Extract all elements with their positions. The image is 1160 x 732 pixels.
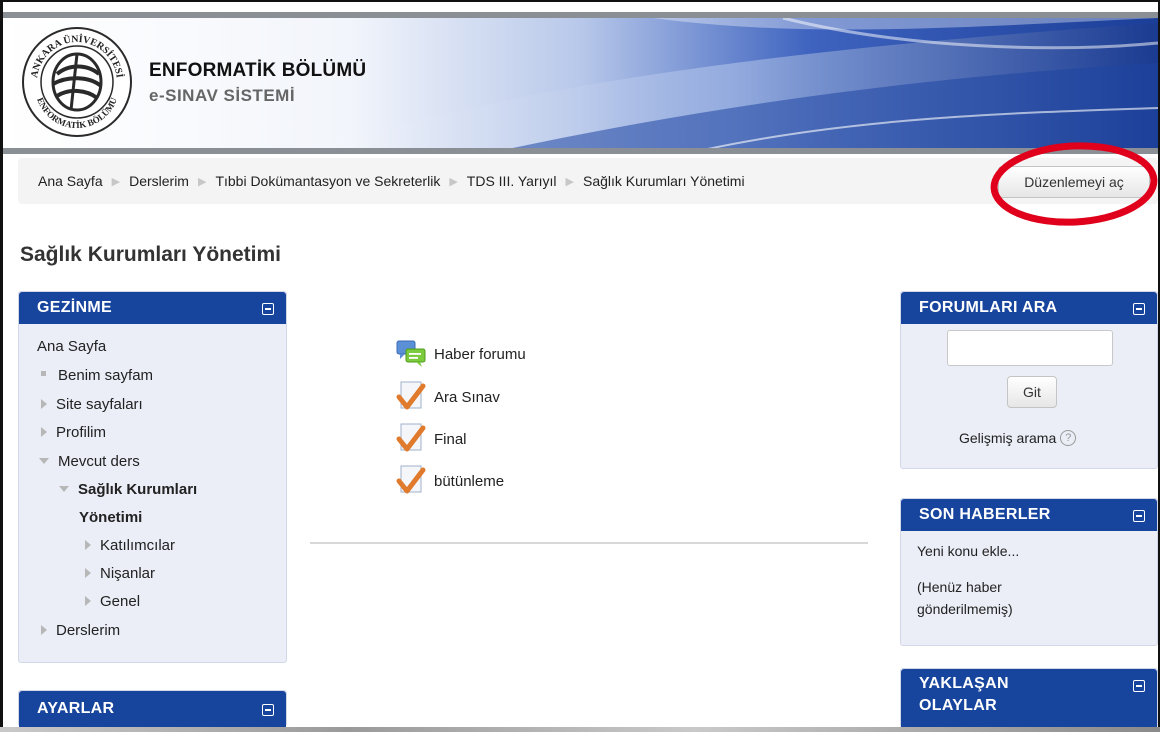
activity-label: Final [434, 430, 467, 448]
nav-item-home[interactable]: Ana Sayfa [37, 338, 106, 355]
no-news-text-line2: gönderilmemiş) [917, 601, 1013, 617]
collapse-icon[interactable] [1133, 680, 1145, 692]
upcoming-events-block-header: YAKLAŞAN OLAYLAR [901, 669, 1157, 729]
breadcrumb: Ana Sayfa ▶ Derslerim ▶ Tıbbi Dokümantas… [38, 173, 745, 189]
expand-arrow-icon [41, 427, 47, 437]
search-forums-block-title: FORUMLARI ARA [919, 299, 1058, 316]
bullet-icon [41, 371, 46, 376]
collapse-icon[interactable] [1133, 303, 1145, 315]
expand-arrow-icon [85, 568, 91, 578]
collapse-arrow-icon [59, 486, 69, 492]
latest-news-block-title: SON HABERLER [919, 506, 1051, 523]
nav-item-participants[interactable]: Katılımcılar [85, 537, 175, 554]
settings-block-header: AYARLAR [19, 691, 286, 728]
expand-arrow-icon [85, 596, 91, 606]
page-title: Sağlık Kurumları Yönetimi [20, 243, 282, 266]
bottom-edge-strip [0, 727, 1160, 732]
header-banner-graphic [3, 18, 1158, 150]
advanced-search-link[interactable]: Gelişmiş arama ? [959, 430, 1077, 446]
help-icon[interactable]: ? [1060, 430, 1077, 446]
highlight-circle-annotation [990, 142, 1158, 226]
breadcrumb-category[interactable]: Tıbbi Dokümantasyon ve Sekreterlik [215, 173, 440, 189]
breadcrumb-separator-icon: ▶ [565, 175, 574, 188]
collapse-icon[interactable] [1133, 510, 1145, 522]
navigation-block-header: GEZİNME [19, 292, 286, 324]
latest-news-block: SON HABERLER Yeni konu ekle... (Henüz ha… [900, 498, 1158, 646]
nav-item-my-courses[interactable]: Derslerim [41, 622, 120, 639]
activity-label: Ara Sınav [434, 388, 500, 406]
breadcrumb-semester[interactable]: TDS III. Yarıyıl [467, 173, 557, 189]
activity-news-forum[interactable]: Haber forumu [396, 337, 526, 371]
nav-item-label: Site sayfaları [56, 396, 143, 413]
nav-item-course-line2[interactable]: Yönetimi [79, 509, 142, 526]
search-forums-block-header: FORUMLARI ARA [901, 292, 1157, 324]
quiz-icon [396, 381, 426, 410]
nav-item-label: Nişanlar [100, 565, 156, 582]
site-header: ANKARA ÜNİVERSİTESİ ENFORMATİK BÖLÜMÜ EN… [3, 2, 1158, 154]
forum-search-input[interactable] [947, 330, 1113, 366]
navigation-block-title: GEZİNME [37, 299, 112, 316]
add-topic-link[interactable]: Yeni konu ekle... [917, 543, 1019, 559]
breadcrumb-separator-icon: ▶ [197, 175, 207, 188]
settings-block: AYARLAR [18, 690, 287, 728]
quiz-icon [396, 465, 426, 494]
nav-item-label: Genel [100, 593, 141, 610]
activity-midterm-quiz[interactable]: Ara Sınav [396, 380, 500, 414]
site-subtitle: e-SINAV SİSTEMİ [149, 86, 296, 105]
nav-item-label: Katılımcılar [100, 537, 176, 554]
nav-item-label: Sağlık Kurumları [78, 481, 198, 498]
university-logo[interactable]: ANKARA ÜNİVERSİTESİ ENFORMATİK BÖLÜMÜ [21, 26, 133, 138]
breadcrumb-course[interactable]: Sağlık Kurumları Yönetimi [583, 173, 745, 189]
upcoming-events-block: YAKLAŞAN OLAYLAR [900, 668, 1158, 729]
activity-label: Haber forumu [434, 345, 526, 363]
navigation-block: GEZİNME Ana Sayfa Benim sayfam Site sayf… [18, 291, 287, 663]
collapse-arrow-icon [39, 458, 49, 464]
search-go-button[interactable]: Git [1007, 376, 1057, 408]
settings-block-title: AYARLAR [37, 700, 115, 717]
latest-news-block-header: SON HABERLER [901, 499, 1157, 531]
quiz-icon [396, 423, 426, 452]
breadcrumb-separator-icon: ▶ [111, 175, 121, 188]
breadcrumb-bar: Ana Sayfa ▶ Derslerim ▶ Tıbbi Dokümantas… [18, 158, 1158, 204]
activity-makeup-quiz[interactable]: bütünleme [396, 464, 504, 498]
upcoming-events-title-line1: YAKLAŞAN [919, 675, 1009, 692]
collapse-icon[interactable] [262, 704, 274, 716]
nav-item-site-pages[interactable]: Site sayfaları [41, 396, 143, 413]
section-divider [310, 542, 868, 544]
nav-item-label: Derslerim [56, 622, 121, 639]
header-bottom-bar [3, 148, 1158, 154]
forum-icon [396, 340, 426, 367]
site-title: ENFORMATİK BÖLÜMÜ [149, 60, 367, 81]
activity-final-quiz[interactable]: Final [396, 422, 467, 456]
expand-arrow-icon [85, 540, 91, 550]
expand-arrow-icon [41, 399, 47, 409]
no-news-text: (Henüz haber [917, 579, 1002, 595]
activity-label: bütünleme [434, 472, 505, 490]
nav-item-current-course[interactable]: Mevcut ders [39, 453, 140, 470]
nav-item-badges[interactable]: Nişanlar [85, 565, 155, 582]
upcoming-events-block-title: YAKLAŞAN OLAYLAR [919, 673, 1009, 717]
breadcrumb-my-courses[interactable]: Derslerim [129, 173, 189, 189]
nav-item-label: Profilim [56, 424, 107, 441]
breadcrumb-home[interactable]: Ana Sayfa [38, 173, 103, 189]
expand-arrow-icon [41, 625, 47, 635]
nav-item-course[interactable]: Sağlık Kurumları [59, 481, 197, 498]
nav-item-profile[interactable]: Profilim [41, 424, 106, 441]
nav-item-label: Mevcut ders [58, 453, 140, 470]
nav-item-label: Benim sayfam [58, 367, 154, 384]
search-forums-block: FORUMLARI ARA Git Gelişmiş arama ? [900, 291, 1158, 469]
nav-item-general[interactable]: Genel [85, 593, 140, 610]
collapse-icon[interactable] [262, 303, 274, 315]
nav-item-my-page[interactable]: Benim sayfam [41, 367, 153, 384]
breadcrumb-separator-icon: ▶ [449, 175, 458, 188]
advanced-search-label: Gelişmiş arama [959, 430, 1057, 446]
upcoming-events-title-line2: OLAYLAR [919, 697, 997, 714]
